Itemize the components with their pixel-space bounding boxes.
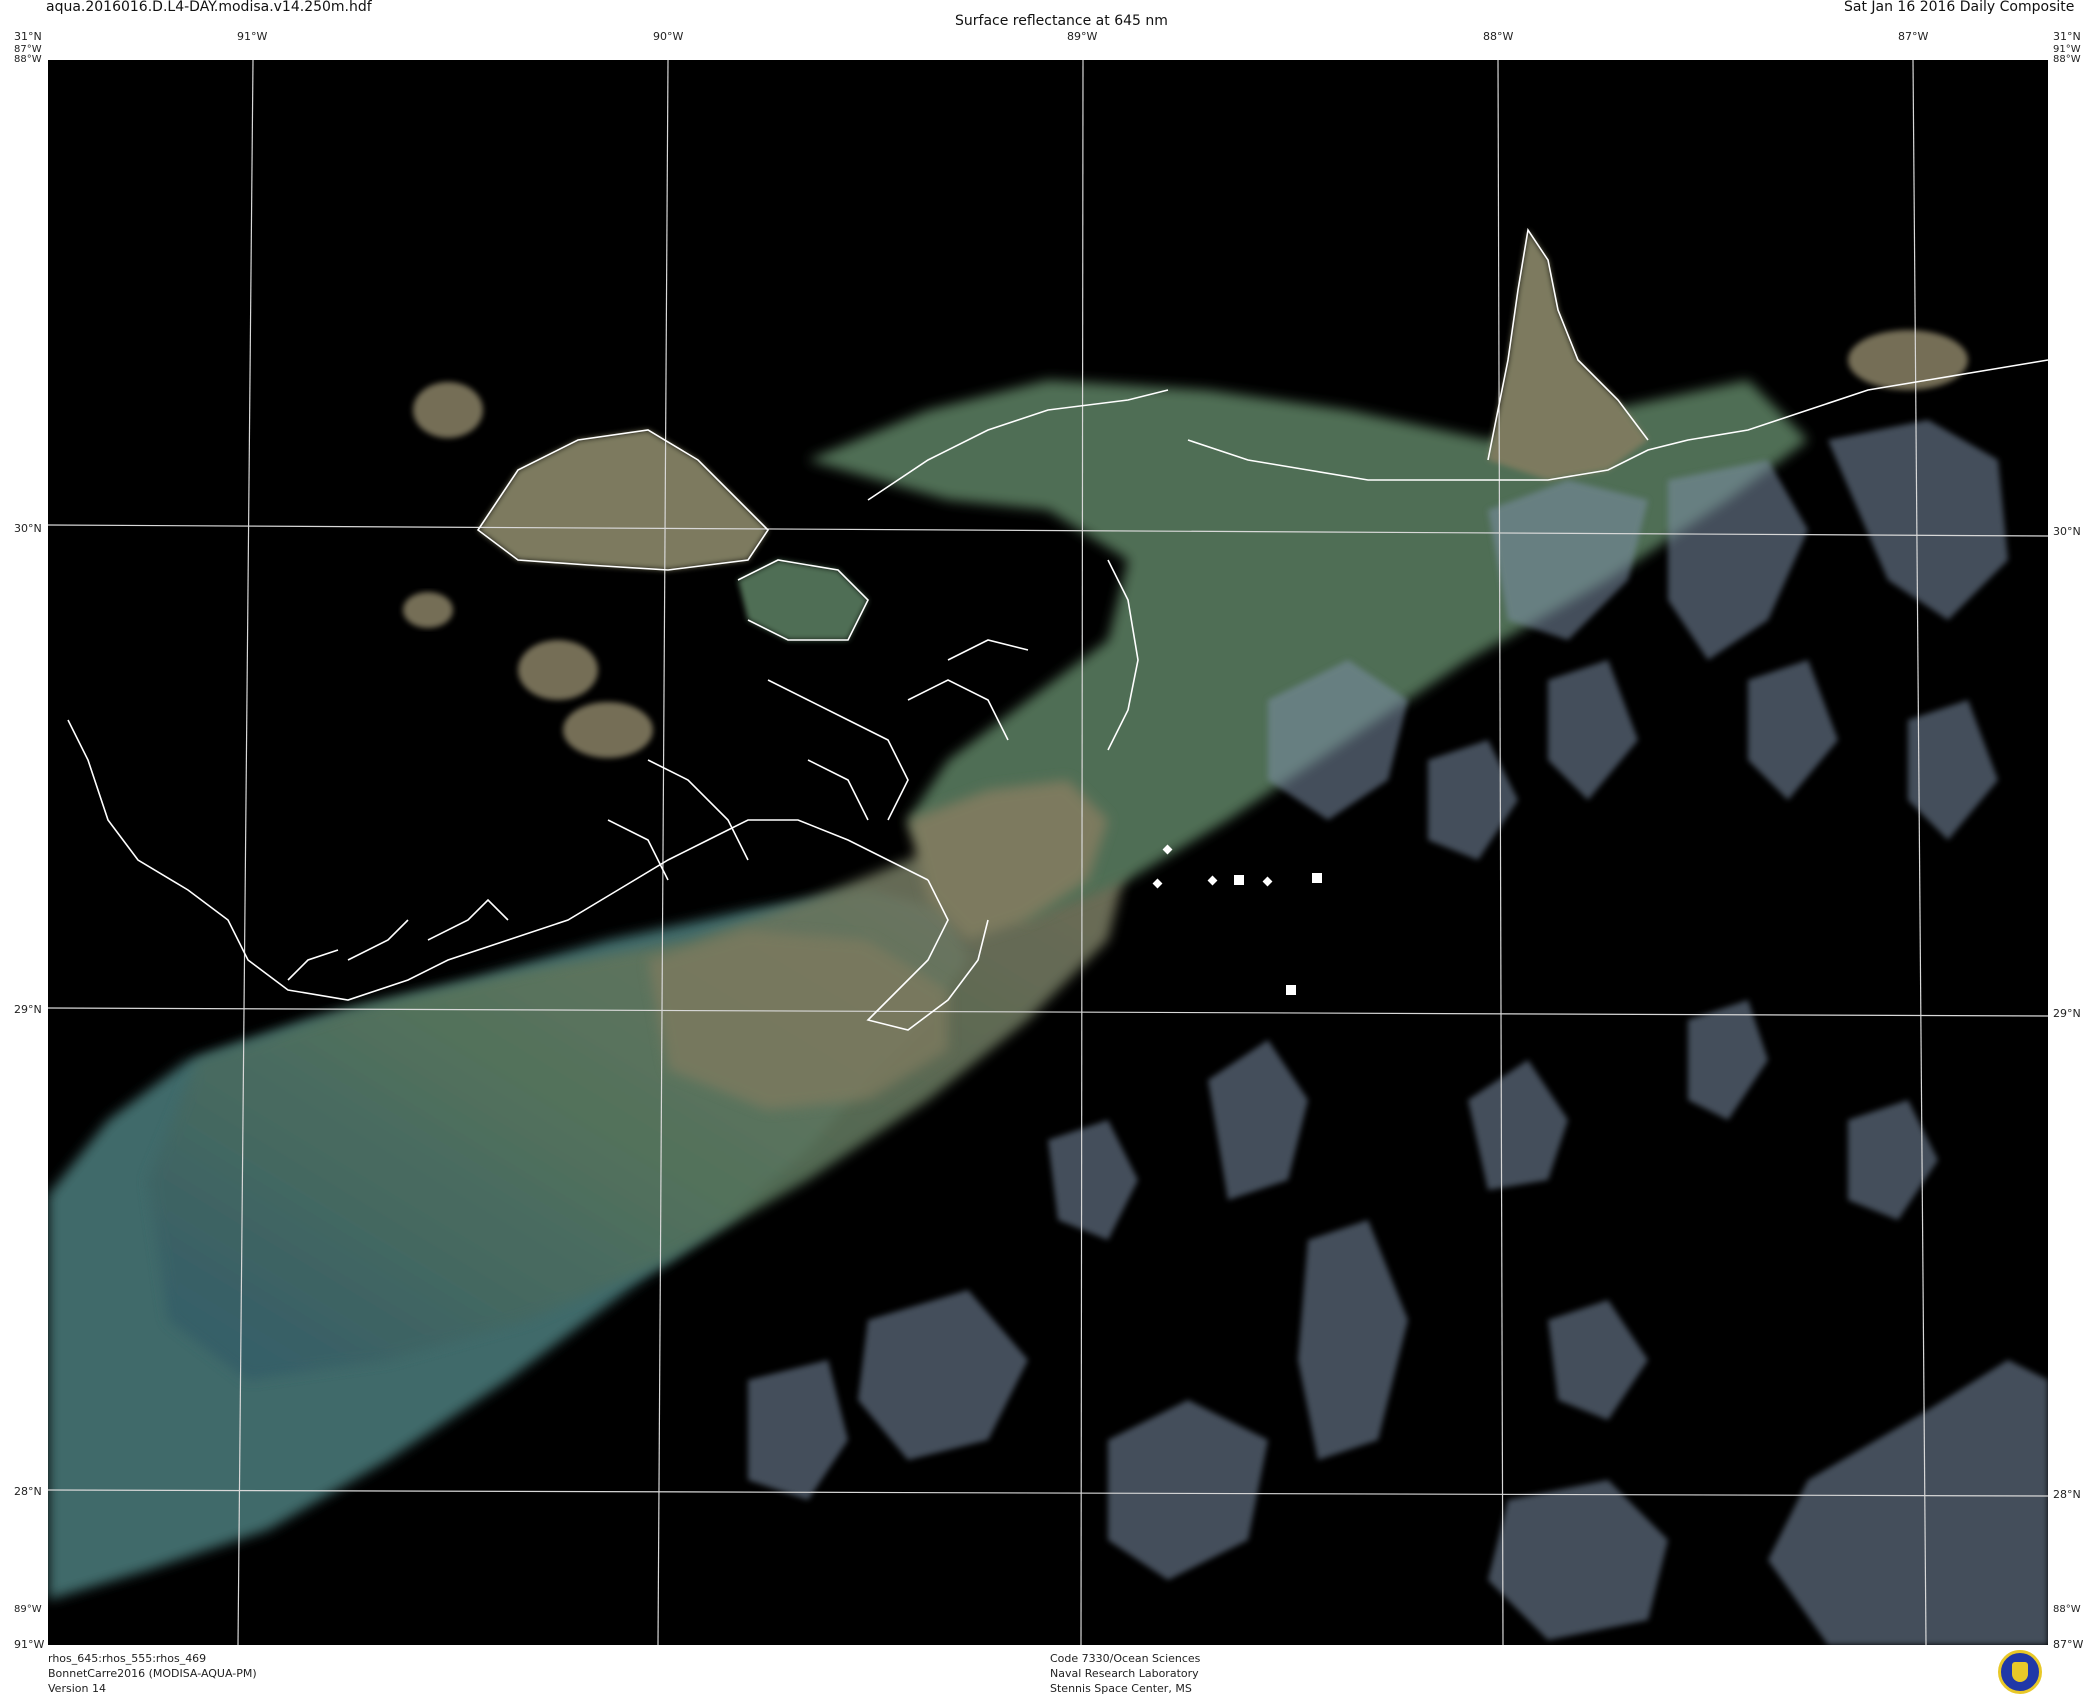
corner-top-left-lat: 31°N	[14, 30, 42, 43]
org-code: Code 7330/Ocean Sciences	[1050, 1652, 1201, 1665]
station-marker-icon	[1234, 875, 1244, 885]
mobile-bay	[1488, 230, 1648, 480]
band-combination: rhos_645:rhos_555:rhos_469	[48, 1652, 207, 1665]
lat-label-right-29n: 29°N	[2053, 1007, 2081, 1020]
lon-label-91w: 91°W	[237, 30, 268, 43]
lat-label-right-30n: 30°N	[2053, 525, 2081, 538]
station-marker-icon	[1312, 873, 1322, 883]
station-marker-icon	[1152, 878, 1163, 889]
file-name: aqua.2016016.D.L4-DAY.modisa.v14.250m.hd…	[46, 0, 372, 15]
inland-lake-b	[518, 640, 598, 700]
station-markers	[1152, 844, 1322, 995]
project-name: BonnetCarre2016 (MODISA-AQUA-PM)	[48, 1667, 257, 1680]
inland-lake-a	[413, 382, 483, 438]
corner-bottom-left-b: 91°W	[14, 1638, 45, 1651]
reflectance-image	[48, 60, 2048, 1645]
lat-label-left-29n: 29°N	[14, 1003, 42, 1016]
lake-pontchartrain	[478, 430, 768, 570]
corner-top-left-lon-b: 88°W	[14, 54, 42, 65]
corner-top-right-lat: 31°N	[2053, 30, 2081, 43]
lon-label-88w: 88°W	[1483, 30, 1514, 43]
inland-lake-d	[403, 592, 453, 628]
corner-bottom-left-a: 89°W	[14, 1604, 42, 1615]
lake-borgne	[738, 560, 868, 640]
footer-center: Code 7330/Ocean Sciences Naval Research …	[1050, 1651, 1200, 1696]
station-marker-icon	[1207, 875, 1218, 886]
station-marker-icon	[1286, 985, 1296, 995]
lat-label-right-28n: 28°N	[2053, 1488, 2081, 1501]
org-location: Stennis Space Center, MS	[1050, 1682, 1192, 1695]
footer-left: rhos_645:rhos_555:rhos_469 BonnetCarre20…	[48, 1651, 257, 1696]
lat-label-left-28n: 28°N	[14, 1485, 42, 1498]
station-marker-icon	[1262, 876, 1273, 887]
corner-bottom-right-b: 87°W	[2053, 1638, 2084, 1651]
lon-label-89w: 89°W	[1067, 30, 1098, 43]
lon-label-87w: 87°W	[1898, 30, 1929, 43]
nrl-seal-icon	[1998, 1650, 2042, 1694]
corner-bottom-right-a: 88°W	[2053, 1604, 2081, 1615]
corner-top-right-lon-b: 88°W	[2053, 54, 2081, 65]
inland-lake-e	[1848, 330, 1968, 390]
satellite-map[interactable]	[48, 60, 2048, 1645]
org-name: Naval Research Laboratory	[1050, 1667, 1199, 1680]
product-title: Surface reflectance at 645 nm	[955, 13, 1168, 29]
lat-label-left-30n: 30°N	[14, 522, 42, 535]
inland-lake-c	[563, 702, 653, 758]
composite-date: Sat Jan 16 2016 Daily Composite	[1844, 0, 2075, 15]
lon-label-90w: 90°W	[653, 30, 684, 43]
version-label: Version 14	[48, 1682, 106, 1695]
